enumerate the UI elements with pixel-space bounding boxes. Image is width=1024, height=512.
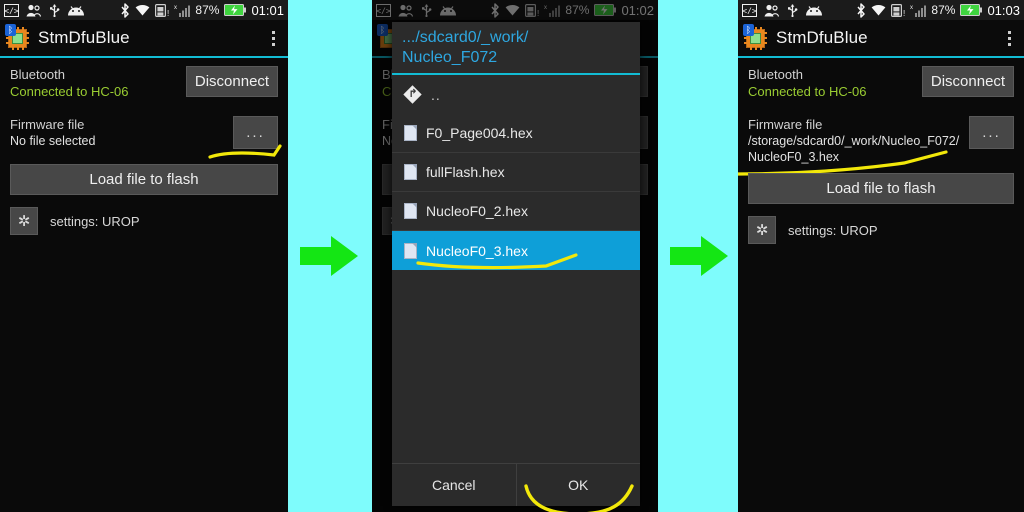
file-icon (404, 164, 417, 180)
app-body-1: Bluetooth Connected to HC-06 Disconnect … (0, 58, 288, 510)
wifi-icon (136, 4, 150, 16)
gear-icon[interactable]: ✲ (748, 216, 776, 244)
disconnect-button[interactable]: Disconnect (186, 66, 278, 97)
settings-label: settings: UROP (50, 213, 140, 229)
bluetooth-icon (857, 2, 866, 18)
list-item-selected[interactable]: NucleoF0_3.hex (392, 231, 640, 270)
overflow-menu-icon[interactable] (264, 26, 282, 50)
green-right-arrow-2 (670, 236, 728, 276)
app-body-3: Bluetooth Connected to HC-06 Disconnect … (738, 58, 1024, 510)
svg-text:!: ! (903, 9, 905, 17)
screenshot-stage: </> ! x 87% 01:01 (0, 0, 1024, 512)
up-arrow-icon: ↱ (403, 84, 422, 104)
file-icon (404, 242, 417, 259)
list-item[interactable]: fullFlash.hex (392, 153, 640, 192)
status-bar-right-icons-3: ! x 87% 01:03 (856, 2, 1020, 18)
app-title: StmDfuBlue (776, 28, 868, 47)
list-item[interactable]: NucleoF0_2.hex (392, 192, 640, 231)
battery-percent-label: 87% (931, 3, 956, 17)
app-chip-bluetooth-icon: ᛒ (5, 24, 30, 50)
svg-text:</>: </> (4, 6, 19, 15)
file-name: NucleoF0_3.hex (426, 242, 528, 259)
clock-label: 01:01 (251, 2, 284, 18)
browse-button[interactable]: ... (969, 116, 1014, 149)
bluetooth-badge-icon: ᛒ (743, 24, 754, 36)
firmware-value: /storage/sdcard0/_work/Nucleo_F072/Nucle… (748, 134, 960, 164)
browse-button[interactable]: ... (233, 116, 278, 149)
usb-icon (50, 4, 60, 17)
status-bar-left-icons-3: </> (742, 3, 823, 17)
bluetooth-row-1: Bluetooth Connected to HC-06 Disconnect (10, 66, 278, 110)
status-bar-left-icons: </> (4, 3, 85, 17)
action-bar-3: ᛒ StmDfuBlue (738, 20, 1024, 58)
list-item-parent-dir[interactable]: ↱ .. (392, 75, 640, 114)
load-file-button[interactable]: Load file to flash (748, 173, 1014, 204)
phone-screen-2: </> ! x 87% 01:02 ᛒ Bluet (372, 0, 658, 512)
green-right-arrow-1 (300, 236, 358, 276)
app-title: StmDfuBlue (38, 28, 130, 47)
firmware-value: No file selected (10, 134, 96, 148)
file-name: NucleoF0_2.hex (426, 203, 528, 219)
phone-screen-1: </> ! x 87% 01:01 (0, 0, 288, 512)
svg-text:!: ! (167, 9, 169, 17)
dialog-path-line-1: .../sdcard0/_work/ (402, 29, 529, 46)
people-icon (764, 4, 780, 17)
sdcard-warning-icon: ! (891, 3, 905, 17)
bluetooth-icon (121, 2, 130, 18)
android-icon (68, 5, 84, 15)
status-bar-right-icons: ! x 87% 01:01 (120, 2, 284, 18)
code-icon: </> (742, 3, 757, 17)
parent-dir-label: .. (431, 86, 441, 103)
svg-text:</>: </> (742, 6, 757, 15)
gear-icon[interactable]: ✲ (10, 207, 38, 235)
status-bar-1: </> ! x 87% 01:01 (0, 0, 288, 20)
file-name: F0_Page004.hex (426, 125, 533, 141)
sdcard-warning-icon: ! (155, 3, 169, 17)
battery-charging-icon (224, 4, 247, 16)
file-list[interactable]: ↱ .. F0_Page004.hex fullFlash.hex Nucleo… (392, 75, 640, 463)
svg-text:x: x (910, 5, 913, 11)
overflow-menu-icon[interactable] (1000, 26, 1018, 50)
app-chip-bluetooth-icon: ᛒ (743, 24, 768, 50)
code-icon: </> (4, 3, 19, 17)
android-icon (806, 5, 822, 15)
file-icon (404, 203, 417, 219)
dialog-footer: Cancel OK (392, 463, 640, 506)
usb-icon (788, 4, 798, 17)
action-bar-1: ᛒ StmDfuBlue (0, 20, 288, 58)
wifi-icon (872, 4, 886, 16)
ok-button[interactable]: OK (515, 464, 641, 506)
firmware-row-1: Firmware file No file selected ... (10, 116, 282, 159)
signal-bars-icon: x (174, 5, 191, 17)
bluetooth-row-3: Bluetooth Connected to HC-06 Disconnect (748, 66, 1014, 110)
svg-text:x: x (174, 5, 177, 11)
battery-percent-label: 87% (195, 3, 220, 17)
cancel-button[interactable]: Cancel (392, 464, 516, 506)
bluetooth-badge-icon: ᛒ (5, 24, 16, 36)
file-picker-dialog: .../sdcard0/_work/ Nucleo_F072 ↱ .. F0_P… (392, 22, 640, 512)
settings-row-1: ✲ settings: UROP (10, 207, 278, 235)
file-name: fullFlash.hex (426, 164, 505, 180)
load-file-button[interactable]: Load file to flash (10, 164, 278, 195)
disconnect-button[interactable]: Disconnect (922, 66, 1014, 97)
battery-charging-icon (960, 4, 983, 16)
people-icon (26, 4, 42, 17)
settings-label: settings: UROP (788, 222, 878, 238)
dialog-path-line-2: Nucleo_F072 (402, 49, 498, 66)
signal-bars-icon: x (910, 5, 927, 17)
settings-row-3: ✲ settings: UROP (748, 216, 1014, 244)
firmware-row-3: Firmware file /storage/sdcard0/_work/Nuc… (738, 116, 1014, 176)
status-bar-3: </> ! x 87% 01:03 (738, 0, 1024, 20)
phone-screen-3: </> ! x 87% 01:03 (738, 0, 1024, 512)
list-item[interactable]: F0_Page004.hex (392, 114, 640, 153)
file-icon (404, 125, 417, 141)
dialog-header: .../sdcard0/_work/ Nucleo_F072 (392, 22, 640, 75)
clock-label: 01:03 (987, 2, 1020, 18)
